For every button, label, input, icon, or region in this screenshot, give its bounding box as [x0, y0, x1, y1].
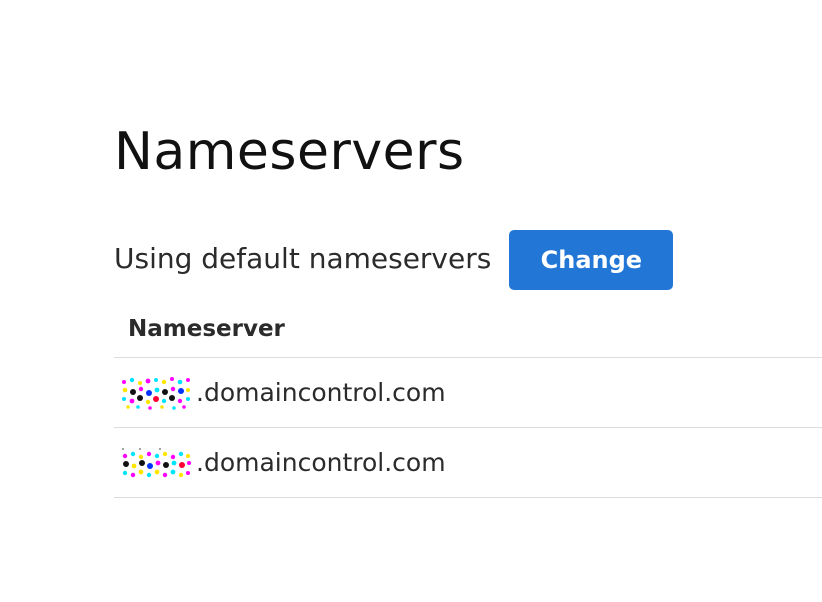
- change-nameservers-button[interactable]: Change: [509, 230, 674, 290]
- nameserver-domain: .domaincontrol.com: [196, 378, 446, 407]
- page-title: Nameservers: [114, 122, 465, 182]
- nameserver-column-header: Nameserver: [114, 300, 822, 358]
- table-row: .domaincontrol.com: [114, 358, 822, 428]
- nameserver-domain: .domaincontrol.com: [196, 448, 446, 477]
- redacted-prefix-icon: [120, 446, 192, 480]
- nameserver-status-row: Using default nameservers Change: [114, 230, 674, 290]
- nameserver-status-text: Using default nameservers: [114, 241, 492, 275]
- redacted-prefix-icon: [120, 376, 192, 410]
- table-row: .domaincontrol.com: [114, 428, 822, 498]
- nameserver-table: Nameserver .domaincontrol.com .domaincon…: [114, 300, 822, 498]
